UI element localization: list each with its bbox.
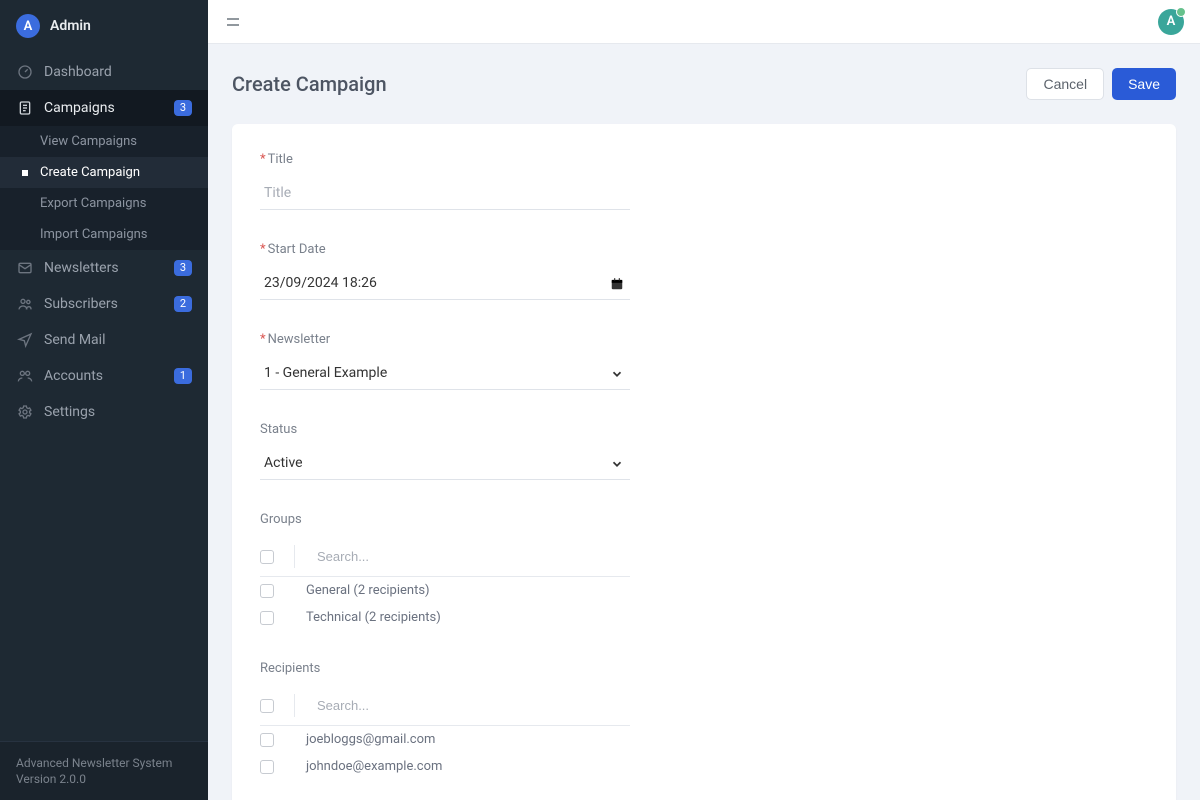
gear-icon: [16, 404, 34, 420]
label-start-date-text: Start Date: [268, 242, 326, 257]
recipient-row: johndoe@example.com: [260, 753, 630, 780]
start-date-input[interactable]: 23/09/2024 18:26: [260, 267, 630, 300]
page-title: Create Campaign: [232, 72, 387, 96]
sidebar-avatar[interactable]: A: [16, 14, 40, 38]
menu-toggle-icon[interactable]: [224, 13, 242, 31]
nav-item-subscribers[interactable]: Subscribers 2: [0, 286, 208, 322]
groups-select-all-checkbox[interactable]: [260, 550, 274, 564]
nav-item-send-mail[interactable]: Send Mail: [0, 322, 208, 358]
title-input[interactable]: [260, 177, 630, 210]
recipient-checkbox[interactable]: [260, 733, 274, 747]
nav-label: Accounts: [44, 368, 164, 384]
footer-line2: Version 2.0.0: [16, 772, 192, 786]
nav-item-settings[interactable]: Settings: [0, 394, 208, 430]
groups-block: Groups General (2 recipients) Technical …: [260, 512, 630, 631]
required-icon: *: [260, 242, 266, 257]
group-row: Technical (2 recipients): [260, 604, 630, 631]
save-button[interactable]: Save: [1112, 68, 1176, 100]
main: A Create Campaign Cancel Save *Title *St…: [208, 0, 1200, 800]
nav-item-campaigns[interactable]: Campaigns 3: [0, 90, 208, 126]
sidebar-user-name: Admin: [50, 18, 91, 34]
subnav-label: Create Campaign: [40, 165, 140, 180]
cancel-button[interactable]: Cancel: [1026, 68, 1104, 100]
label-groups: Groups: [260, 512, 630, 527]
nav-item-newsletters[interactable]: Newsletters 3: [0, 250, 208, 286]
topbar-avatar[interactable]: A: [1158, 9, 1184, 35]
label-title-text: Title: [268, 152, 293, 167]
group-checkbox[interactable]: [260, 611, 274, 625]
topbar: A: [208, 0, 1200, 44]
sidebar-footer: Advanced Newsletter System Version 2.0.0: [0, 741, 208, 800]
groups-search-input[interactable]: [315, 545, 630, 568]
nav-item-dashboard[interactable]: Dashboard: [0, 54, 208, 90]
subnav-view-campaigns[interactable]: View Campaigns: [0, 126, 208, 157]
label-newsletter: *Newsletter: [260, 332, 630, 347]
users-icon: [16, 296, 34, 312]
newsletter-select[interactable]: 1 - General Example: [260, 357, 630, 390]
subnav-create-campaign[interactable]: Create Campaign: [0, 157, 208, 188]
subnav-export-campaigns[interactable]: Export Campaigns: [0, 188, 208, 219]
nav-label: Dashboard: [44, 64, 192, 80]
group-checkbox[interactable]: [260, 584, 274, 598]
divider: [294, 545, 295, 568]
label-recipients: Recipients: [260, 661, 630, 676]
label-newsletter-text: Newsletter: [268, 332, 331, 347]
subnav-import-campaigns[interactable]: Import Campaigns: [0, 219, 208, 250]
subnav-label: Import Campaigns: [40, 227, 148, 242]
recipients-search-input[interactable]: [315, 694, 630, 717]
required-icon: *: [260, 152, 266, 167]
group-row: General (2 recipients): [260, 577, 630, 604]
recipient-label: joebloggs@gmail.com: [306, 732, 435, 747]
page-header: Create Campaign Cancel Save: [232, 68, 1176, 100]
recipients-search-row: [260, 690, 630, 726]
nav-badge: 2: [174, 296, 192, 312]
recipient-row: joebloggs@gmail.com: [260, 726, 630, 753]
field-start-date: *Start Date 23/09/2024 18:26: [260, 242, 630, 300]
footer-line1: Advanced Newsletter System: [16, 756, 192, 770]
field-newsletter: *Newsletter 1 - General Example: [260, 332, 630, 390]
nav-badge: 3: [174, 100, 192, 116]
subnav-campaigns: View Campaigns Create Campaign Export Ca…: [0, 126, 208, 250]
label-status: Status: [260, 422, 630, 437]
mail-icon: [16, 260, 34, 276]
nav-badge: 1: [174, 368, 192, 384]
recipient-checkbox[interactable]: [260, 760, 274, 774]
nav-label: Settings: [44, 404, 192, 420]
nav-label: Send Mail: [44, 332, 192, 348]
label-start-date: *Start Date: [260, 242, 630, 257]
nav-list: Dashboard Campaigns 3 View Campaigns Cre…: [0, 54, 208, 430]
nav-label: Newsletters: [44, 260, 164, 276]
clipboard-icon: [16, 100, 34, 116]
nav-badge: 3: [174, 260, 192, 276]
label-title: *Title: [260, 152, 630, 167]
sidebar-header: A Admin: [0, 0, 208, 52]
form-card: *Title *Start Date 23/09/2024 18:26 *New…: [232, 124, 1176, 800]
group-label: Technical (2 recipients): [306, 610, 441, 625]
field-status: Status Active: [260, 422, 630, 480]
recipients-block: Recipients joebloggs@gmail.com johndoe@e…: [260, 661, 630, 780]
nav-label: Subscribers: [44, 296, 164, 312]
group-label: General (2 recipients): [306, 583, 430, 598]
content: Create Campaign Cancel Save *Title *Star…: [208, 44, 1200, 800]
page-actions: Cancel Save: [1026, 68, 1176, 100]
nav-item-accounts[interactable]: Accounts 1: [0, 358, 208, 394]
required-icon: *: [260, 332, 266, 347]
recipients-select-all-checkbox[interactable]: [260, 699, 274, 713]
recipient-label: johndoe@example.com: [306, 759, 442, 774]
send-icon: [16, 332, 34, 348]
field-title: *Title: [260, 152, 630, 210]
subnav-label: Export Campaigns: [40, 196, 146, 211]
accounts-icon: [16, 368, 34, 384]
divider: [294, 694, 295, 717]
sidebar: A Admin Dashboard Campaigns 3 View Campa…: [0, 0, 208, 800]
nav-label: Campaigns: [44, 100, 164, 116]
gauge-icon: [16, 64, 34, 80]
subnav-label: View Campaigns: [40, 134, 137, 149]
status-select[interactable]: Active: [260, 447, 630, 480]
groups-search-row: [260, 541, 630, 577]
